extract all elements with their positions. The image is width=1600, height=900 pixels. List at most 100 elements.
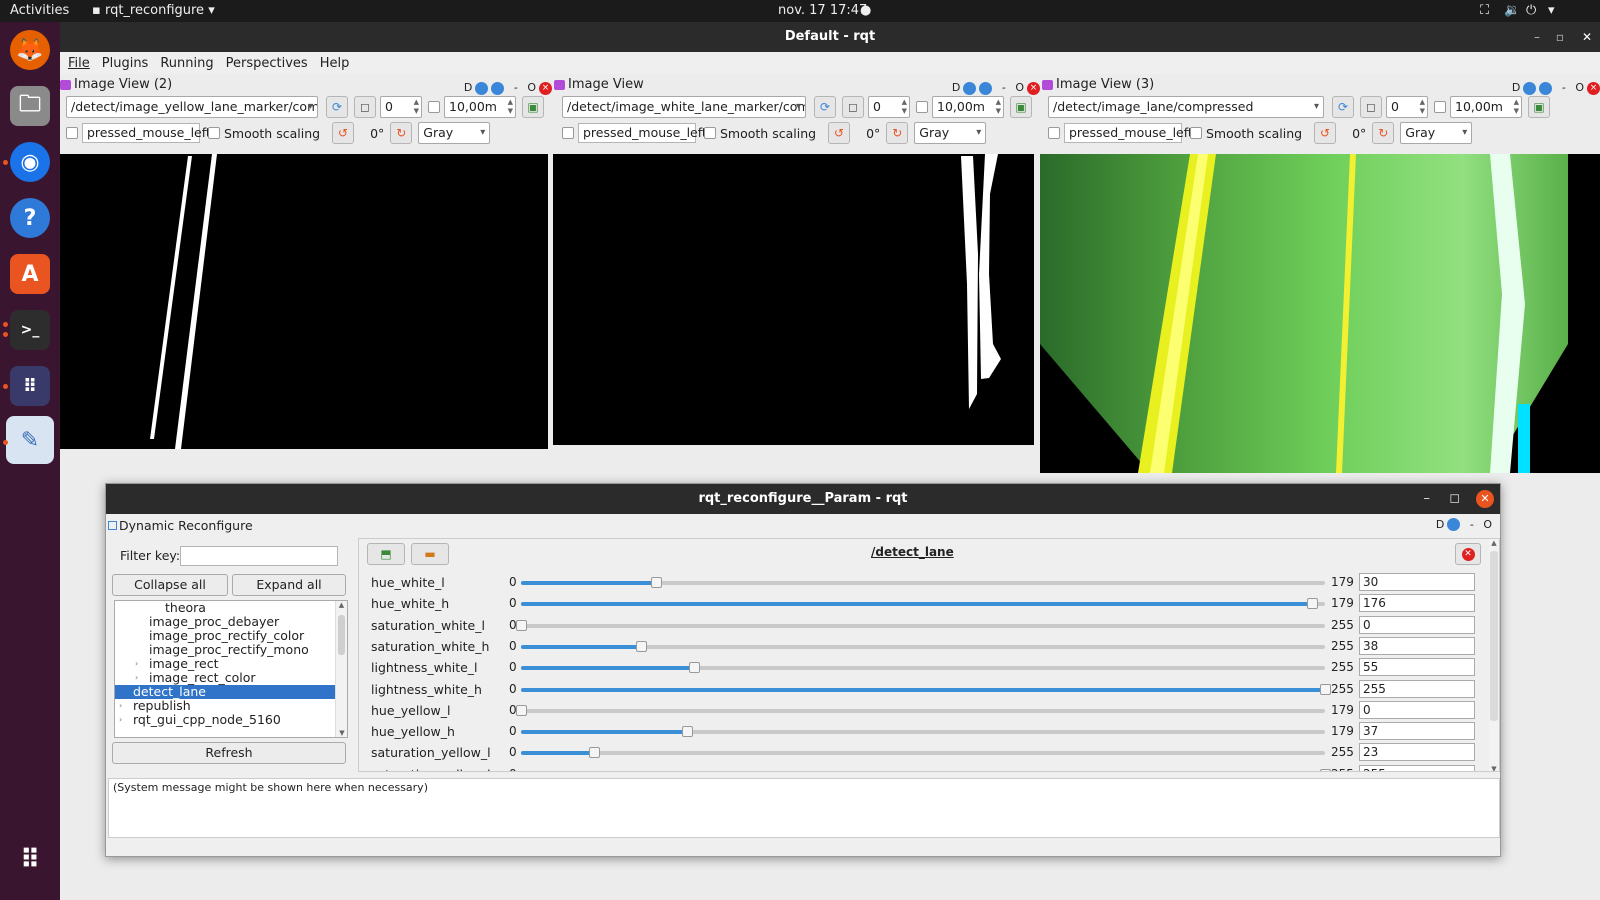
save-image-button[interactable]: ▣ [522,96,544,118]
scroll-up-icon[interactable]: ▲ [1489,539,1499,547]
reload-icon[interactable] [1523,81,1537,95]
scroll-thumb[interactable] [1490,551,1498,721]
rotate-left-button[interactable]: ↺ [1314,122,1337,144]
smoothing-spinbox[interactable]: 0 ▲ ▼ [380,96,422,118]
expand-arrow-icon[interactable]: › [135,657,138,671]
reload-icon[interactable] [475,81,489,95]
apps-grid-icon[interactable]: ⠿ [10,366,50,406]
rotate-right-button[interactable]: ↻ [390,122,413,144]
param-slider[interactable] [516,704,1325,716]
range-checkbox[interactable] [916,101,928,113]
mouse-topic-field[interactable]: pressed_mouse_left [1064,123,1193,143]
rotate-left-button[interactable]: ↺ [828,122,851,144]
mouse-checkbox[interactable] [562,127,574,139]
tree-item[interactable]: detect_lane [115,685,347,699]
node-tree[interactable]: theora image_proc_debayer image_proc_recti… [114,600,348,738]
software-icon[interactable]: A [10,254,50,294]
expand-arrow-icon[interactable]: › [135,671,138,685]
param-value-input[interactable]: 176 [1359,594,1475,613]
slider-handle[interactable] [650,577,662,588]
range-spinbox[interactable]: 10,00m ▲ ▼ [1450,96,1522,118]
tree-item[interactable]: › image_rect_color [115,671,347,685]
minimize-button[interactable]: - [1470,518,1474,531]
zoom-fit-button[interactable]: ◻ [842,96,864,118]
maximize-button[interactable]: ◻ [1449,484,1460,514]
float-button[interactable]: O [1575,77,1584,99]
close-node-button[interactable]: ✕ [1455,543,1481,565]
slider-handle[interactable] [1306,598,1318,610]
refresh-button[interactable]: Refresh [112,742,346,764]
activities-button[interactable]: Activities [10,3,69,18]
expand-arrow-icon[interactable]: › [119,699,122,713]
expand-all-button[interactable]: Expand all [232,574,346,596]
close-icon[interactable]: × [1027,81,1040,95]
color-scheme-select[interactable]: Gray [1400,122,1473,144]
mouse-topic-field[interactable]: pressed_mouse_left [578,123,707,143]
topic-select[interactable]: /detect/image_white_lane_marker/comp [562,96,806,118]
menu-help[interactable]: Help [320,56,350,71]
close-icon[interactable]: × [1587,81,1600,95]
show-applications-icon[interactable]: ⠿ [10,840,50,880]
tree-item[interactable]: › republish [115,699,347,713]
slider-handle[interactable] [635,640,647,652]
minimize-button[interactable]: – [1424,484,1431,514]
param-value-input[interactable]: 38 [1359,636,1475,655]
dock-d-button[interactable]: D [1436,518,1444,531]
help-icon[interactable] [1539,81,1553,95]
close-button[interactable]: ✕ [1476,490,1494,508]
menu-perspectives[interactable]: Perspectives [226,56,308,71]
slider-handle[interactable] [588,747,600,759]
zoom-fit-button[interactable]: ◻ [354,96,376,118]
color-scheme-select[interactable]: Gray [914,122,987,144]
files-icon[interactable]: 🗀 [10,86,50,126]
topic-select[interactable]: /detect/image_lane/compressed [1048,96,1324,118]
params-scrollbar[interactable]: ▲ ▼ [1489,539,1499,771]
scroll-down-icon[interactable]: ▼ [336,729,347,737]
param-value-input[interactable]: 255 [1359,764,1475,771]
help-icon[interactable] [979,81,993,95]
tree-item[interactable]: image_proc_debayer [115,615,347,629]
param-slider[interactable] [521,577,1325,588]
zoom-fit-button[interactable]: ◻ [1360,96,1382,118]
range-checkbox[interactable] [428,101,440,113]
expand-arrow-icon[interactable]: › [119,713,122,727]
save-image-button[interactable]: ▣ [1010,96,1032,118]
param-value-input[interactable]: 0 [1359,615,1475,634]
range-spinbox[interactable]: 10,00m ▲ ▼ [444,96,516,118]
range-checkbox[interactable] [1434,101,1446,113]
smoothing-spinbox[interactable]: 0 ▲ ▼ [868,96,910,118]
param-value-input[interactable]: 255 [1359,679,1475,698]
mouse-checkbox[interactable] [1048,127,1060,139]
scroll-thumb[interactable] [338,615,345,655]
tree-item[interactable]: › rqt_gui_cpp_node_5160 [115,713,347,727]
slider-handle[interactable] [682,726,694,738]
slider-handle[interactable] [516,704,527,716]
smoothing-spinbox[interactable]: 0 ▲ ▼ [1386,96,1428,118]
param-slider[interactable] [521,683,1331,695]
reload-icon[interactable] [963,81,977,95]
param-slider[interactable] [521,662,1325,674]
white-lane-mask-image[interactable] [553,154,1034,445]
save-params-button[interactable]: ▬ [411,543,449,565]
param-slider[interactable] [516,619,1325,631]
mouse-topic-field[interactable]: pressed_mouse_left [82,123,211,143]
network-icon[interactable]: ⛶ [1480,3,1489,18]
scroll-up-icon[interactable]: ▲ [336,601,347,609]
slider-handle[interactable] [516,619,527,631]
tree-scrollbar[interactable]: ▲ ▼ [335,601,347,737]
app-menu[interactable]: ▪ rqt_reconfigure ▾ [92,3,215,18]
smooth-scaling-checkbox[interactable] [1190,127,1202,139]
yellow-lane-mask-image[interactable] [60,154,548,449]
refresh-topics-button[interactable]: ⟳ [326,96,348,118]
firefox-icon[interactable]: 🦊 [10,30,50,70]
slider-handle[interactable] [1320,683,1331,695]
minimize-button[interactable]: - [1562,77,1566,99]
tree-item[interactable]: image_proc_rectify_mono [115,643,347,657]
param-value-input[interactable]: 23 [1359,743,1475,762]
param-value-input[interactable]: 55 [1359,658,1475,677]
close-icon[interactable]: × [539,81,552,95]
param-slider[interactable] [521,640,1325,652]
scroll-down-icon[interactable]: ▼ [1489,765,1499,771]
float-button[interactable]: O [1483,518,1492,531]
refresh-topics-button[interactable]: ⟳ [1332,96,1354,118]
